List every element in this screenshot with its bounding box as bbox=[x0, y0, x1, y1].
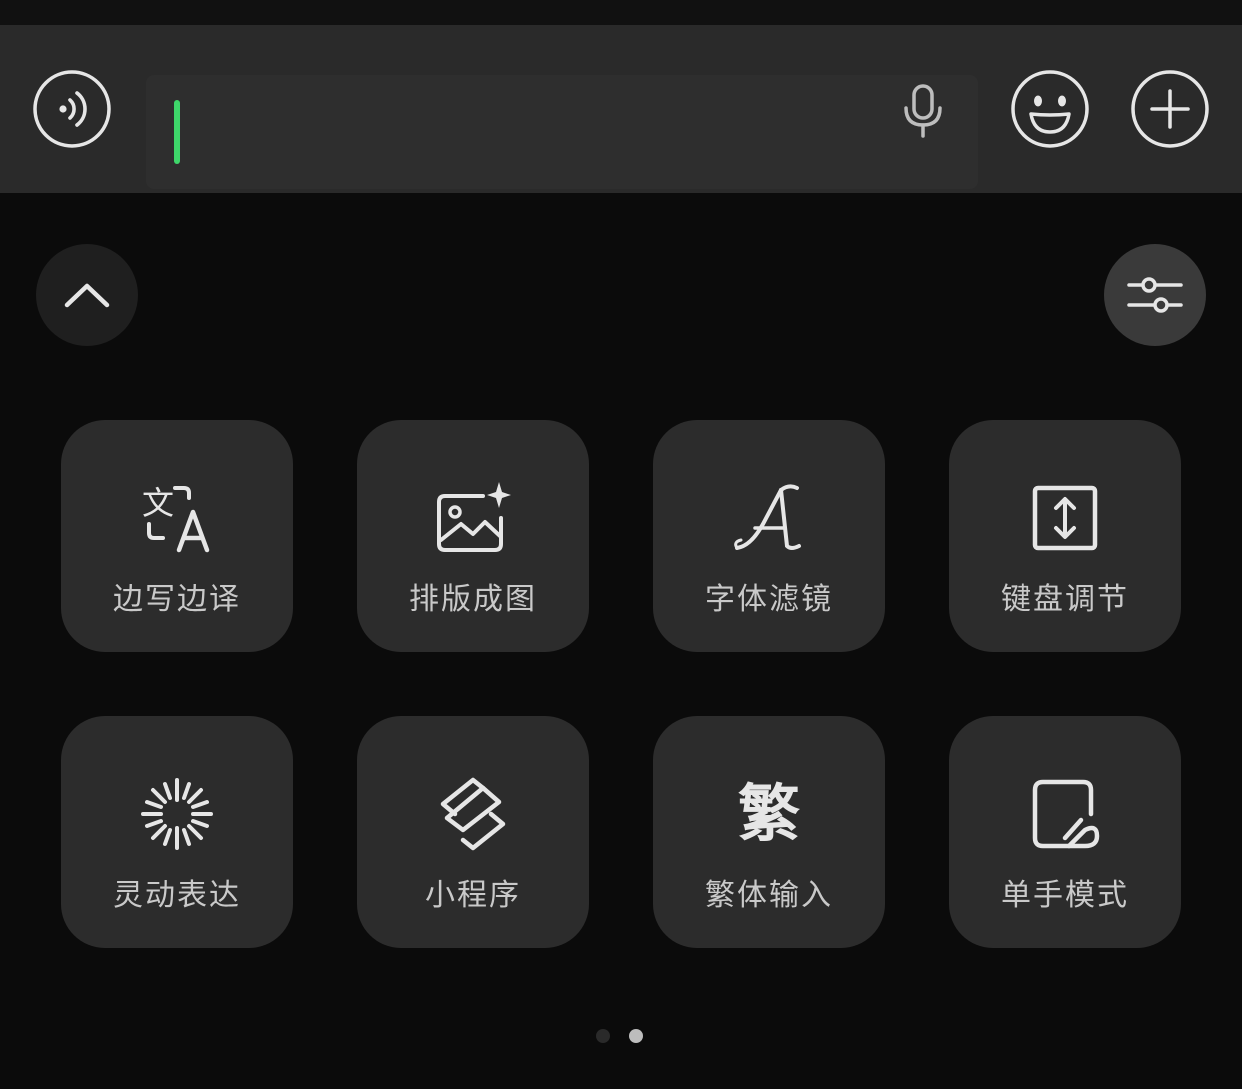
tools-panel: 文 边写边译 排版成图 字体滤镜 键盘调节 灵动表达 小程序 繁 繁体输入 单手… bbox=[0, 193, 1242, 1089]
tile-label: 灵动表达 bbox=[113, 878, 241, 913]
tile-translate-while-writing[interactable]: 文 边写边译 bbox=[61, 420, 293, 652]
mini-program-icon bbox=[433, 774, 513, 854]
microphone-button[interactable] bbox=[890, 80, 956, 142]
message-input[interactable] bbox=[146, 75, 978, 189]
plus-circle-icon bbox=[1131, 70, 1209, 148]
tile-label: 排版成图 bbox=[409, 582, 537, 617]
tile-label: 小程序 bbox=[425, 878, 521, 913]
resize-vertical-icon bbox=[1025, 478, 1105, 558]
tile-one-hand-mode[interactable]: 单手模式 bbox=[949, 716, 1181, 948]
smiley-face-icon bbox=[1011, 70, 1089, 148]
tile-dynamic-expression[interactable]: 灵动表达 bbox=[61, 716, 293, 948]
tile-label: 键盘调节 bbox=[1001, 582, 1129, 617]
one-hand-icon bbox=[1025, 774, 1105, 854]
tile-traditional-input[interactable]: 繁 繁体输入 bbox=[653, 716, 885, 948]
chevron-up-icon bbox=[64, 283, 110, 308]
tile-label: 字体滤镜 bbox=[705, 582, 833, 617]
burst-icon bbox=[137, 774, 217, 854]
tile-keyboard-adjust[interactable]: 键盘调节 bbox=[949, 420, 1181, 652]
tile-label: 繁体输入 bbox=[705, 878, 833, 913]
voice-wave-icon bbox=[33, 70, 111, 148]
input-bar bbox=[0, 25, 1242, 193]
status-strip bbox=[0, 0, 1242, 25]
microphone-icon bbox=[904, 84, 942, 138]
page-dot-2-active[interactable] bbox=[629, 1029, 643, 1043]
tile-label: 边写边译 bbox=[113, 582, 241, 617]
page-indicator bbox=[596, 1029, 656, 1045]
tile-layout-to-image[interactable]: 排版成图 bbox=[357, 420, 589, 652]
image-sparkle-icon bbox=[433, 478, 513, 558]
translate-icon: 文 bbox=[137, 478, 217, 558]
traditional-char-glyph: 繁 bbox=[737, 777, 800, 850]
page-dot-1[interactable] bbox=[596, 1029, 610, 1043]
text-caret bbox=[174, 100, 180, 164]
emoji-button[interactable] bbox=[1010, 69, 1090, 149]
svg-text:文: 文 bbox=[142, 484, 174, 522]
tile-font-filter[interactable]: 字体滤镜 bbox=[653, 420, 885, 652]
voice-input-button[interactable] bbox=[32, 69, 112, 149]
traditional-char-icon: 繁 bbox=[729, 774, 809, 854]
tile-label: 单手模式 bbox=[1001, 878, 1129, 913]
more-button[interactable] bbox=[1130, 69, 1210, 149]
tile-mini-program[interactable]: 小程序 bbox=[357, 716, 589, 948]
collapse-button[interactable] bbox=[36, 244, 138, 346]
sliders-icon bbox=[1127, 277, 1183, 313]
panel-settings-button[interactable] bbox=[1104, 244, 1206, 346]
script-font-icon bbox=[729, 478, 809, 558]
